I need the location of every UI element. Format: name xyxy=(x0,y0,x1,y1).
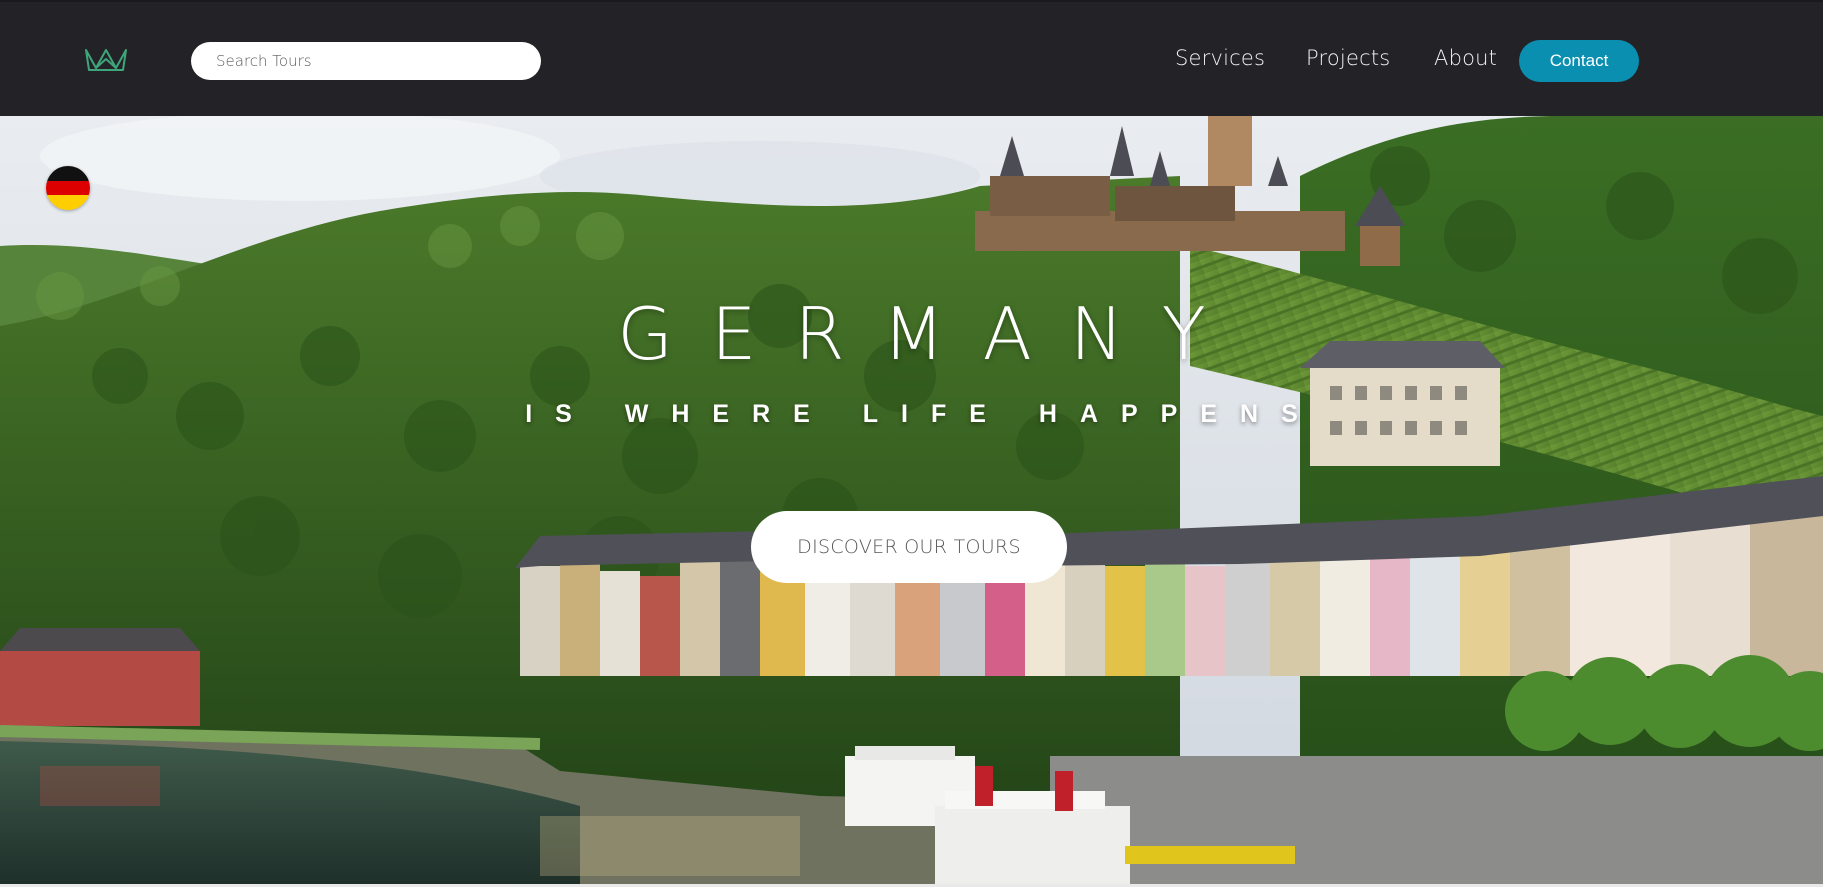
nav-services-link[interactable]: Services xyxy=(1175,46,1265,70)
hero-title: GERMANY xyxy=(617,292,1244,376)
hero-section: GERMANY IS WHERE LIFE HAPPENS DISCOVER O… xyxy=(0,116,1823,887)
hero-background-image xyxy=(0,116,1823,887)
hero-subtitle: IS WHERE LIFE HAPPENS xyxy=(525,400,1321,428)
crown-icon[interactable] xyxy=(83,47,129,73)
search-input[interactable] xyxy=(191,42,541,80)
discover-tours-button[interactable]: DISCOVER OUR TOURS xyxy=(751,511,1067,583)
contact-button[interactable]: Contact xyxy=(1519,40,1639,82)
nav-about-link[interactable]: About xyxy=(1434,46,1497,70)
germany-flag-icon[interactable] xyxy=(46,166,90,210)
top-navigation-bar: Services Projects About Contact xyxy=(0,0,1823,116)
nav-projects-link[interactable]: Projects xyxy=(1306,46,1390,70)
